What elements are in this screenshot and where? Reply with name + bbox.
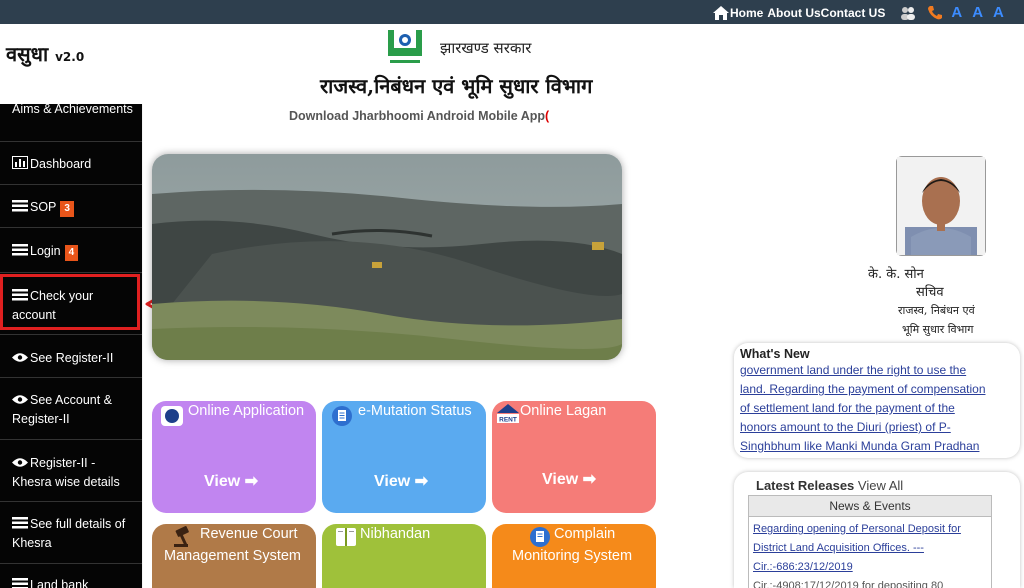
latest-releases-heading: Latest Releases View All <box>756 478 904 493</box>
list-icon <box>12 244 28 256</box>
gavel-icon <box>174 526 189 547</box>
list-icon <box>12 200 28 212</box>
sop-count-badge: 3 <box>60 201 74 217</box>
sidebar-item-see-register[interactable]: See Register-II <box>0 335 142 378</box>
card-title: Online Application <box>188 403 305 419</box>
secretary-role: सचिव <box>916 285 944 300</box>
sidebar-item-label: See Register-II <box>30 351 114 365</box>
home-link[interactable]: Home <box>730 6 763 20</box>
about-link[interactable]: About Us <box>767 6 820 20</box>
eye-icon <box>12 458 28 467</box>
top-links: Home About Us Contact US A A A <box>712 4 1004 21</box>
sidebar-item-label: See full details of Khesra <box>12 517 126 550</box>
card-title-line1: Revenue Court <box>200 526 298 542</box>
download-app-link[interactable]: Download Jharbhoomi Android Mobile App( <box>289 109 549 123</box>
brand-version: v2.0 <box>55 50 85 64</box>
sidebar-item-khesra-details[interactable]: See full details of Khesra <box>0 502 142 564</box>
brand-name: वसुधा <box>6 42 49 66</box>
download-app-label: Download Jharbhoomi Android Mobile App <box>289 109 545 123</box>
arrow-right-icon: ➡ <box>582 471 597 488</box>
whats-new-panel: What's New government land under the rig… <box>734 343 1020 458</box>
sidebar-item-label: Register-II - Khesra wise details <box>12 456 120 489</box>
latest-releases-panel: Latest Releases View All News & Events R… <box>734 472 1020 588</box>
users-icon[interactable] <box>899 5 917 21</box>
online-application-view-button[interactable]: View ➡ <box>204 471 258 491</box>
card-title: Nibhandan <box>360 526 431 542</box>
phone-icon[interactable] <box>927 5 943 21</box>
top-bar: Home About Us Contact US A A A <box>0 0 1024 24</box>
arrow-right-icon: ➡ <box>244 473 259 490</box>
annotation-highlight-box <box>0 274 140 330</box>
news-events-table: News & Events Regarding opening of Perso… <box>748 495 992 588</box>
hero-landscape-image <box>152 154 622 360</box>
site-header: वसुधा v2.0 झारखण्ड सरकार राजस्व,निबंधन ए… <box>0 24 1024 104</box>
font-increase-button[interactable]: A <box>951 4 962 21</box>
sidebar-item-label: Dashboard <box>30 157 92 171</box>
secretary-photo <box>896 156 986 256</box>
online-lagan-view-button[interactable]: View ➡ <box>542 469 596 489</box>
view-all-link[interactable]: View All <box>858 478 903 493</box>
home-icon[interactable] <box>712 5 730 21</box>
revenue-court-card[interactable]: Revenue Court Management System <box>152 524 316 588</box>
complain-monitoring-card[interactable]: Complain Monitoring System <box>492 524 656 588</box>
sidebar-item-label: Login <box>30 244 61 258</box>
list-icon <box>12 578 28 588</box>
sidebar-item-label: SOP <box>30 200 57 214</box>
login-count-badge: 4 <box>64 245 79 261</box>
contact-link[interactable]: Contact US <box>821 6 886 20</box>
book-icon <box>336 528 356 546</box>
sidebar-item-dashboard[interactable]: Dashboard <box>0 142 142 185</box>
card-title: e-Mutation Status <box>358 403 472 419</box>
secretary-name: के. के. सोन <box>868 267 924 282</box>
whats-new-heading: What's New <box>740 347 810 361</box>
sidebar-item-login[interactable]: Login 4 <box>0 228 142 273</box>
sidebar-item-land-bank[interactable]: Land bank <box>0 564 142 588</box>
eye-icon <box>12 395 28 404</box>
bar-chart-icon <box>12 156 28 169</box>
card-title-line1: Complain <box>554 526 616 542</box>
sidebar-nav: Aims & Achievements Dashboard SOP 3 Login… <box>0 104 142 588</box>
government-name: झारखण्ड सरकार <box>440 39 532 57</box>
secretary-dept-line2: भूमि सुधार विभाग <box>902 323 974 336</box>
online-lagan-card[interactable]: RENT Online Lagan View ➡ <box>492 401 656 513</box>
card-title-line2: Management System <box>164 548 302 564</box>
sidebar-item-label: Aims & Achievements <box>12 104 133 116</box>
android-icon: ( <box>545 109 550 123</box>
card-title: Online Lagan <box>520 403 607 419</box>
font-decrease-button[interactable]: A <box>993 4 1004 21</box>
sidebar-item-sop[interactable]: SOP 3 <box>0 185 142 228</box>
e-mutation-status-card[interactable]: e-Mutation Status View ➡ <box>322 401 486 513</box>
online-application-card[interactable]: Online Application View ➡ <box>152 401 316 513</box>
nibhandan-card[interactable]: Nibhandan <box>322 524 486 588</box>
sidebar-item-account-register[interactable]: See Account & Register-II <box>0 378 142 440</box>
rent-house-icon: RENT <box>497 404 519 424</box>
arrow-right-icon: ➡ <box>414 473 429 490</box>
whats-new-link[interactable]: government land under the right to use t… <box>740 361 1000 456</box>
list-icon <box>12 517 28 529</box>
e-mutation-view-button[interactable]: View ➡ <box>374 471 428 491</box>
news-events-header: News & Events <box>749 496 991 517</box>
card-title-line2: Monitoring System <box>512 548 633 564</box>
eye-icon <box>12 353 28 362</box>
sidebar-item-khesra-wise[interactable]: Register-II - Khesra wise details <box>0 440 142 502</box>
sidebar-item-aims[interactable]: Aims & Achievements <box>0 104 142 142</box>
online-application-icon <box>161 406 183 426</box>
document-icon <box>332 406 352 426</box>
svg-text:RENT: RENT <box>499 417 517 424</box>
sidebar-item-label: Land bank <box>30 578 89 588</box>
site-brand[interactable]: वसुधा v2.0 <box>6 40 84 67</box>
department-title: राजस्व,निबंधन एवं भूमि सुधार विभाग <box>320 74 593 98</box>
secretary-dept-line1: राजस्व, निबंधन एवं <box>898 304 975 317</box>
font-reset-button[interactable]: A <box>972 4 983 21</box>
news-item-link[interactable]: Regarding opening of Personal Deposit fo… <box>749 517 991 588</box>
document-icon <box>530 527 550 547</box>
jharkhand-emblem-icon <box>388 30 422 63</box>
